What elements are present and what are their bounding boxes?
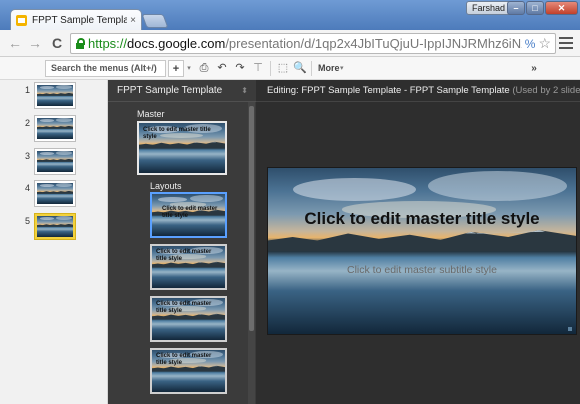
slide-thumbnail[interactable] [35, 214, 75, 239]
print-icon[interactable]: ⎙ [197, 60, 211, 77]
menu-search-input[interactable]: Search the menus (Alt+/) [45, 60, 166, 77]
slide-number: 1 [25, 85, 31, 95]
layout-thumb-title: Click to edit master title style [162, 206, 218, 219]
new-slide-plus-icon[interactable]: + [168, 60, 184, 77]
url-host: docs.google.com [127, 36, 226, 51]
panel-header: FPPT Sample Template ⬍ [108, 80, 256, 102]
lock-icon [75, 37, 85, 50]
close-window-button[interactable]: ✕ [545, 1, 578, 15]
used-by-count: (Used by 2 slides) [512, 85, 580, 96]
forward-arrow-icon[interactable]: → [26, 34, 44, 52]
toolbar-divider [270, 61, 271, 76]
filmstrip-slide-3[interactable]: 3 [0, 149, 108, 179]
chrome-menu-icon[interactable] [559, 37, 573, 49]
more-dropdown-icon[interactable]: ▾ [340, 60, 344, 77]
browser-tab[interactable]: FPPT Sample Template - G × [10, 9, 142, 31]
url-scheme: https:// [88, 36, 128, 51]
slide-number: 2 [25, 118, 31, 128]
new-slide-dropdown-icon[interactable]: ▾ [185, 60, 193, 77]
theme-title: FPPT Sample Template [117, 85, 223, 96]
panel-scroll-thumb[interactable] [249, 106, 254, 331]
slide-thumbnail[interactable] [35, 83, 75, 108]
layout-thumb-title: Click to edit master title style [156, 249, 212, 262]
editing-label: Editing: FPPT Sample Template - FPPT Sam… [267, 85, 510, 96]
toolbar-divider [311, 61, 312, 76]
select-icon[interactable]: ⬚ [276, 60, 290, 77]
slide-number: 5 [25, 216, 31, 226]
maximize-button[interactable]: □ [526, 1, 544, 15]
bookmark-star-icon[interactable]: ☆ [538, 35, 551, 52]
url-path: /presentation/d/1qp2x4JbITuQjuU-IppIJNJR… [225, 36, 522, 51]
slides-favicon-icon [16, 15, 27, 26]
browser-toolbar: ← → C https:// docs.google.com /presenta… [0, 30, 580, 57]
minimize-button[interactable]: – [507, 1, 525, 15]
slide-thumbnail[interactable] [35, 116, 75, 141]
layout-thumb-title: Click to edit master title style [156, 301, 212, 314]
sort-arrows-icon[interactable]: ⬍ [241, 80, 248, 102]
slide-number: 3 [25, 151, 31, 161]
master-title-placeholder[interactable]: Click to edit master title style [268, 208, 576, 229]
slide-thumbnail[interactable] [35, 181, 75, 206]
slide-thumbnail[interactable] [35, 149, 75, 174]
master-subtitle-placeholder[interactable]: Click to edit master subtitle style [268, 264, 576, 276]
redo-icon[interactable]: ↷ [233, 60, 247, 77]
undo-icon[interactable]: ↶ [215, 60, 229, 77]
more-button[interactable]: More [318, 60, 340, 77]
profile-user-badge[interactable]: Farshad [466, 1, 512, 15]
reload-icon[interactable]: C [48, 34, 66, 52]
slide-number: 4 [25, 183, 31, 193]
tab-close-icon[interactable]: × [130, 15, 136, 26]
collapse-toolbar-icon[interactable]: » [527, 60, 541, 77]
panel-scrollbar[interactable] [248, 102, 255, 404]
browser-title-bar: FPPT Sample Template - G × Farshad – □ ✕ [0, 0, 580, 31]
editing-header: Editing: FPPT Sample Template - FPPT Sam… [256, 80, 580, 102]
master-thumb-title: Click to edit master title style [143, 127, 211, 140]
layout-thumbnail-1[interactable]: Click to edit master title style [150, 192, 227, 238]
master-slide-thumbnail[interactable]: Click to edit master title style [137, 121, 227, 175]
back-arrow-icon[interactable]: ← [6, 34, 24, 52]
filmstrip-slide-1[interactable]: 1 [0, 83, 108, 113]
layout-thumbnail-3[interactable]: Click to edit master title style [150, 296, 227, 342]
paint-format-icon[interactable]: ⊤ [251, 60, 265, 77]
slide-filmstrip: 1 2 3 4 5 [0, 80, 108, 404]
address-bar[interactable]: https:// docs.google.com /presentation/d… [70, 33, 556, 54]
layouts-section-label: Layouts [150, 181, 182, 191]
layout-thumbnail-2[interactable]: Click to edit master title style [150, 244, 227, 290]
master-section-label: Master [137, 109, 165, 119]
master-slide-canvas[interactable]: Click to edit master title style Click t… [267, 167, 577, 335]
filmstrip-slide-2[interactable]: 2 [0, 116, 108, 146]
master-layouts-panel: FPPT Sample Template ⬍ Master Click to e… [108, 80, 256, 404]
tab-title: FPPT Sample Template - G [32, 15, 128, 26]
editing-canvas: Editing: FPPT Sample Template - FPPT Sam… [256, 80, 580, 404]
layout-thumb-title: Click to edit master title style [156, 353, 212, 366]
resize-handle[interactable] [568, 327, 572, 331]
filmstrip-slide-5[interactable]: 5 [0, 214, 108, 244]
slides-toolbar: Search the menus (Alt+/) + ▾ ⎙ ↶ ↷ ⊤ ⬚ 🔍… [0, 57, 580, 80]
layout-thumbnail-4[interactable]: Click to edit master title style [150, 348, 227, 394]
extension-icon[interactable]: % [525, 37, 536, 51]
new-tab-button[interactable] [141, 14, 169, 28]
zoom-icon[interactable]: 🔍 [293, 60, 307, 77]
filmstrip-slide-4[interactable]: 4 [0, 181, 108, 211]
